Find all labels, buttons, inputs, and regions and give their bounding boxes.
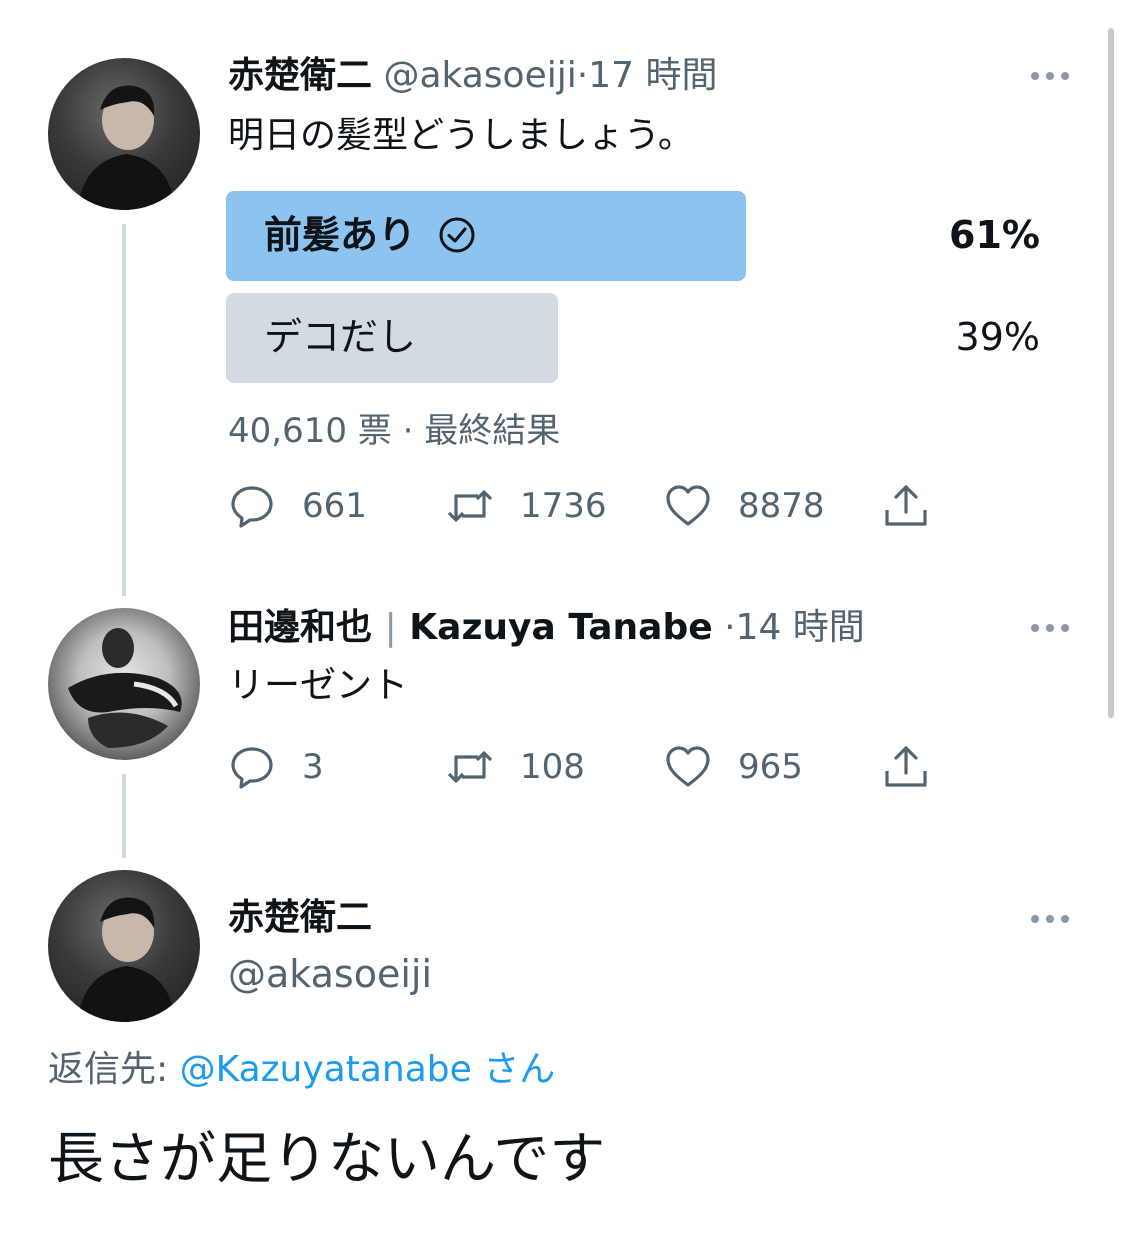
thread-line-2 — [122, 774, 126, 858]
display-name[interactable]: 田邊和也 | Kazuya Tanabe — [228, 607, 713, 648]
header-separator: · — [724, 607, 736, 648]
reply-button[interactable]: 661 — [228, 482, 367, 530]
poll-votes: 40,610 票 — [228, 411, 392, 451]
reply-count: 3 — [302, 747, 324, 787]
tweet-time[interactable]: 17 時間 — [588, 55, 717, 96]
poll-option-1-label: 前髪あり — [264, 213, 417, 257]
avatar-kazuyatanabe[interactable] — [48, 608, 200, 760]
heart-icon — [666, 485, 710, 526]
poll-option-2-label: デコだし — [264, 315, 417, 359]
like-count: 8878 — [738, 486, 825, 526]
reply-to-handle-link[interactable]: @Kazuyatanabe さん — [180, 1049, 556, 1090]
reply-count: 661 — [302, 486, 367, 526]
reply-button[interactable]: 3 — [228, 743, 324, 791]
retweet-icon — [447, 490, 493, 522]
display-name[interactable]: 赤楚衛二 — [228, 896, 372, 940]
tweet-text: 明日の髪型どうしましょう。 — [228, 115, 694, 156]
tweet-header: 赤楚衛二 @akasoeiji·17 時間 — [228, 54, 717, 98]
thread-line-1 — [122, 224, 126, 596]
retweet-icon — [447, 751, 493, 783]
retweet-count: 108 — [520, 747, 585, 787]
poll-option-1-percent: 61% — [949, 213, 1040, 257]
retweet-button[interactable]: 108 — [446, 743, 585, 791]
share-icon — [885, 746, 927, 787]
share-icon — [885, 485, 927, 526]
user-handle[interactable]: @akasoeiji — [228, 952, 432, 996]
scrollbar[interactable] — [1108, 28, 1114, 718]
share-button[interactable] — [882, 482, 930, 530]
retweet-count: 1736 — [520, 486, 607, 526]
heart-icon — [666, 746, 710, 787]
like-count: 965 — [738, 747, 803, 787]
poll-meta: 40,610 票 · 最終結果 — [228, 410, 560, 452]
poll-separator: · — [402, 411, 414, 451]
tweet-text: リーゼント — [228, 665, 409, 706]
tweet-text: 長さが足りないんです — [48, 1127, 606, 1192]
like-button[interactable]: 8878 — [664, 482, 825, 530]
more-icon[interactable] — [1030, 623, 1070, 633]
name-divider: | — [384, 607, 397, 648]
user-handle[interactable]: @akasoeiji — [383, 55, 576, 96]
more-icon[interactable] — [1030, 914, 1070, 924]
reply-to-line: 返信先: @Kazuyatanabe さん — [48, 1048, 555, 1092]
display-name[interactable]: 赤楚衛二 — [228, 55, 372, 96]
check-circle-icon — [438, 216, 476, 254]
tweet-time[interactable]: 14 時間 — [736, 607, 865, 648]
reply-icon — [231, 747, 273, 789]
avatar-akasoeiji[interactable] — [48, 58, 200, 210]
poll-status: 最終結果 — [424, 411, 561, 451]
share-button[interactable] — [882, 743, 930, 791]
avatar-akasoeiji[interactable] — [48, 870, 200, 1022]
retweet-button[interactable]: 1736 — [446, 482, 607, 530]
reply-to-prefix: 返信先: — [48, 1049, 169, 1090]
poll-option-1-row: 前髪あり — [264, 212, 476, 258]
more-icon[interactable] — [1030, 71, 1070, 81]
like-button[interactable]: 965 — [664, 743, 803, 791]
header-separator: · — [576, 55, 589, 96]
poll-option-2-percent: 39% — [955, 315, 1040, 359]
reply-icon — [231, 486, 273, 528]
tweet-header: 田邊和也 | Kazuya Tanabe ·14 時間 — [228, 606, 865, 650]
